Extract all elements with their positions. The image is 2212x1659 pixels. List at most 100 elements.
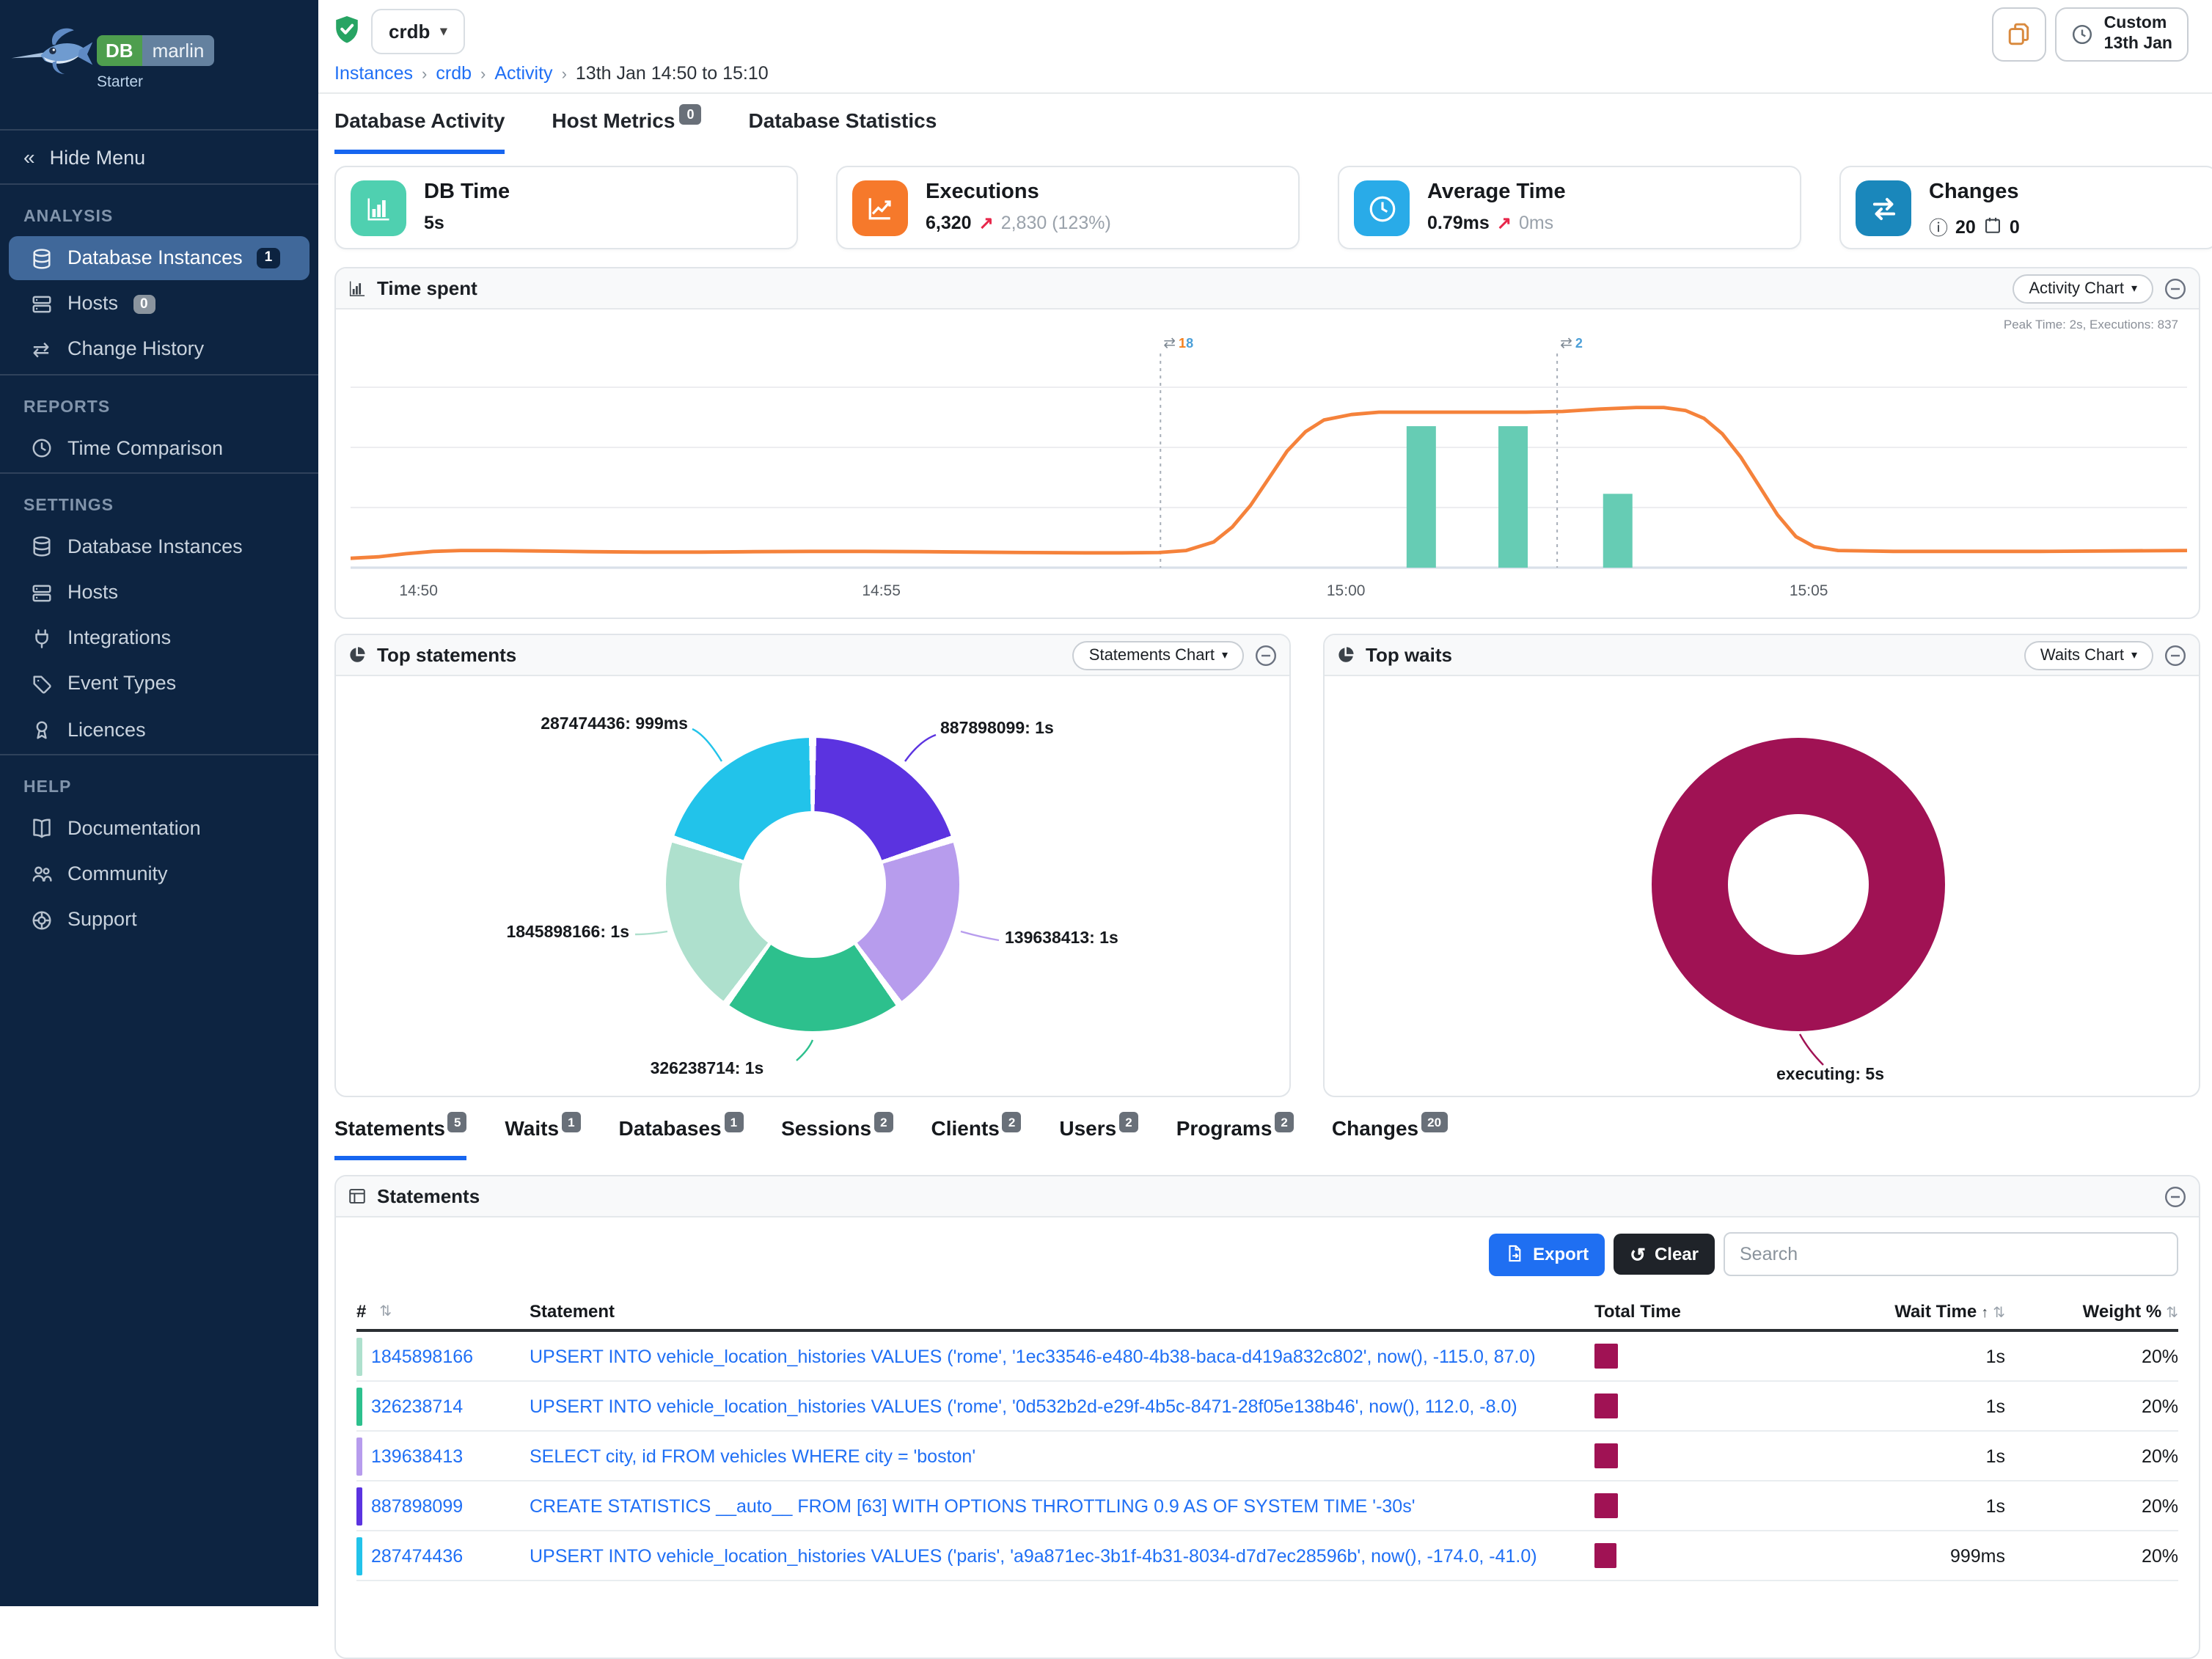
detail-tab-statements[interactable]: Statements5 bbox=[334, 1116, 466, 1160]
topbar: crdb ▾ Instances›crdb›Activity›13th Jan … bbox=[318, 0, 2212, 94]
clock-icon bbox=[1354, 180, 1410, 236]
brand-db: DB bbox=[97, 35, 142, 66]
column-header-weight[interactable]: Weight %⇅ bbox=[2005, 1301, 2178, 1322]
total-time-cell bbox=[1594, 1344, 1770, 1369]
server-icon bbox=[29, 293, 53, 316]
sort-icon[interactable]: ⇅ bbox=[379, 1303, 392, 1319]
column-header-statement[interactable]: Statement bbox=[530, 1301, 1594, 1322]
sidebar-item-event-types[interactable]: Event Types bbox=[9, 662, 310, 706]
donut-label: 887898099: 1s bbox=[940, 720, 1054, 738]
main-content: crdb ▾ Instances›crdb›Activity›13th Jan … bbox=[318, 0, 2212, 1606]
sidebar-item-database-instances[interactable]: Database Instances1 bbox=[9, 236, 310, 280]
statement-cell: UPSERT INTO vehicle_location_histories V… bbox=[530, 1346, 1594, 1366]
statements-donut-chart[interactable] bbox=[666, 738, 959, 1031]
sidebar-item-time-comparison[interactable]: Time Comparison bbox=[9, 426, 310, 470]
sidebar-item-support[interactable]: Support bbox=[9, 898, 310, 942]
collapse-panel-icon[interactable] bbox=[2164, 643, 2187, 667]
hide-menu-button[interactable]: « Hide Menu bbox=[0, 131, 318, 183]
sidebar-item-hosts[interactable]: Hosts bbox=[9, 571, 310, 615]
statement-id-link[interactable]: 326238714 bbox=[371, 1396, 463, 1416]
instance-selector[interactable]: crdb ▾ bbox=[371, 9, 464, 54]
detail-tab-label: Statements bbox=[334, 1116, 445, 1140]
sidebar-item-hosts[interactable]: Hosts0 bbox=[9, 282, 310, 326]
sidebar-item-integrations[interactable]: Integrations bbox=[9, 616, 310, 660]
detail-tab-waits[interactable]: Waits1 bbox=[505, 1116, 580, 1160]
tab-database-statistics[interactable]: Database Statistics bbox=[749, 109, 937, 154]
people-icon bbox=[29, 863, 53, 886]
clear-button[interactable]: ↺ Clear bbox=[1614, 1234, 1715, 1275]
timerange-button[interactable]: Custom 13th Jan bbox=[2056, 7, 2189, 62]
detail-tab-programs[interactable]: Programs2 bbox=[1176, 1116, 1294, 1160]
breadcrumb-item[interactable]: crdb bbox=[436, 63, 472, 84]
changes-calendar-count: 0 bbox=[2010, 216, 2020, 237]
sidebar-item-label: Database Instances bbox=[67, 246, 243, 270]
waits-chart-selector[interactable]: Waits Chart ▾ bbox=[2024, 640, 2153, 670]
statement-link[interactable]: UPSERT INTO vehicle_location_histories V… bbox=[530, 1396, 1594, 1416]
collapse-panel-icon[interactable] bbox=[1254, 643, 1278, 667]
metric-card-db-time: DB Time 5s bbox=[334, 166, 798, 249]
donut-label: 139638413: 1s bbox=[1005, 930, 1118, 948]
statement-id-cell: 887898099 bbox=[356, 1487, 530, 1525]
tab-database-activity[interactable]: Database Activity bbox=[334, 109, 505, 154]
donut-label: 287474436: 999ms bbox=[400, 716, 688, 733]
wait-time-cell: 1s bbox=[1770, 1396, 2005, 1416]
detail-tab-badge: 2 bbox=[1119, 1112, 1138, 1132]
tab-host-metrics[interactable]: Host Metrics0 bbox=[552, 109, 701, 154]
statement-id-link[interactable]: 1845898166 bbox=[371, 1346, 473, 1366]
detail-tab-badge: 5 bbox=[448, 1112, 466, 1132]
change-annotation[interactable]: ⇄18 bbox=[1163, 336, 1193, 352]
statement-link[interactable]: SELECT city, id FROM vehicles WHERE city… bbox=[530, 1446, 1594, 1466]
sidebar-item-database-instances[interactable]: Database Instances bbox=[9, 525, 310, 569]
activity-chart-selector[interactable]: Activity Chart ▾ bbox=[2013, 274, 2153, 303]
column-header-total-time[interactable]: Total Time bbox=[1594, 1301, 1770, 1322]
statement-id-link[interactable]: 887898099 bbox=[371, 1495, 463, 1516]
lifebuoy-icon bbox=[29, 908, 53, 931]
sidebar-item-licences[interactable]: Licences bbox=[9, 708, 310, 752]
column-header-wait-time[interactable]: Wait Time↑⇅ bbox=[1770, 1301, 2005, 1322]
statement-link[interactable]: CREATE STATISTICS __auto__ FROM [63] WIT… bbox=[530, 1495, 1594, 1516]
search-input[interactable] bbox=[1724, 1232, 2178, 1276]
sort-active-icon[interactable]: ↑ bbox=[1981, 1305, 1988, 1322]
clear-label: Clear bbox=[1655, 1244, 1699, 1264]
breadcrumb-item[interactable]: Activity bbox=[494, 63, 552, 84]
breadcrumb-item[interactable]: Instances bbox=[334, 63, 413, 84]
annotation-count: 2 bbox=[1575, 336, 1583, 351]
sidebar-item-community[interactable]: Community bbox=[9, 852, 310, 896]
sort-icon[interactable]: ⇅ bbox=[1993, 1305, 2005, 1322]
export-button[interactable]: Export bbox=[1489, 1233, 1605, 1275]
weight-cell: 20% bbox=[2005, 1495, 2178, 1516]
statement-link[interactable]: UPSERT INTO vehicle_location_histories V… bbox=[530, 1346, 1594, 1366]
detail-tab-databases[interactable]: Databases1 bbox=[619, 1116, 744, 1160]
statement-color-marker bbox=[356, 1537, 362, 1575]
detail-tab-users[interactable]: Users2 bbox=[1059, 1116, 1138, 1160]
peak-note: Peak Time: 2s, Executions: 837 bbox=[2004, 317, 2178, 332]
sort-icon[interactable]: ⇅ bbox=[2166, 1305, 2178, 1322]
statement-id-link[interactable]: 287474436 bbox=[371, 1545, 463, 1566]
collapse-panel-icon[interactable] bbox=[2164, 276, 2187, 300]
sidebar-item-change-history[interactable]: ⇄Change History bbox=[9, 328, 310, 372]
statement-id-link[interactable]: 139638413 bbox=[371, 1446, 463, 1466]
sidebar-item-label: Licences bbox=[67, 718, 146, 741]
detail-tab-changes[interactable]: Changes20 bbox=[1332, 1116, 1447, 1160]
waits-donut-chart[interactable] bbox=[1652, 738, 1945, 1031]
table-row: 139638413 SELECT city, id FROM vehicles W… bbox=[356, 1432, 2178, 1482]
panel-title: Statements bbox=[377, 1185, 480, 1207]
detail-tab-badge: 2 bbox=[1003, 1112, 1021, 1132]
statements-chart-selector[interactable]: Statements Chart ▾ bbox=[1073, 640, 1244, 670]
wait-time-cell: 1s bbox=[1770, 1446, 2005, 1466]
hide-menu-label: Hide Menu bbox=[50, 146, 146, 168]
dbmarlin-app: DBmarlin Starter « Hide Menu ANALYSISDat… bbox=[0, 0, 2212, 1606]
time-spent-chart[interactable]: Peak Time: 2s, Executions: 837 ⇄18 ⇄2 14:… bbox=[336, 310, 2199, 619]
collapse-panel-icon[interactable] bbox=[2164, 1184, 2187, 1208]
statement-link[interactable]: UPSERT INTO vehicle_location_histories V… bbox=[530, 1545, 1594, 1566]
detail-tab-badge: 1 bbox=[562, 1112, 580, 1132]
info-icon: ⓘ bbox=[1929, 213, 1948, 241]
detail-tab-sessions[interactable]: Sessions2 bbox=[781, 1116, 893, 1160]
detail-tab-clients[interactable]: Clients2 bbox=[931, 1116, 1022, 1160]
column-header-id[interactable]: #⇅ bbox=[356, 1301, 530, 1322]
sidebar-item-label: Time Comparison bbox=[67, 436, 223, 460]
change-annotation[interactable]: ⇄2 bbox=[1560, 336, 1583, 352]
x-tick-label: 14:50 bbox=[399, 582, 438, 600]
copy-timerange-button[interactable] bbox=[1993, 7, 2047, 62]
sidebar-item-documentation[interactable]: Documentation bbox=[9, 806, 310, 850]
